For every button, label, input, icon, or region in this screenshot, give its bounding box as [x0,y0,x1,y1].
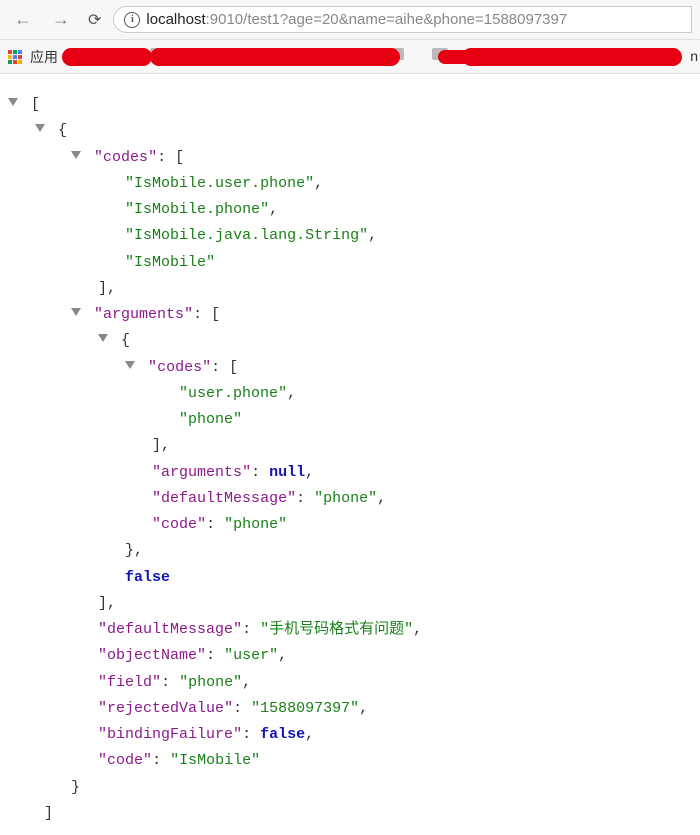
bookmarks-bar: 应用 Cloud n [0,40,700,74]
collapse-toggle-icon[interactable] [35,124,45,132]
collapse-toggle-icon[interactable] [125,361,135,369]
apps-icon[interactable] [8,50,22,64]
json-viewer: [ { "codes": [ "IsMobile.user.phone", "I… [0,74,700,835]
browser-toolbar: ← → ⟳ i localhost:9010/test1?age=20&name… [0,0,700,40]
url-host: localhost [146,11,205,28]
forward-button[interactable]: → [46,7,76,32]
collapse-toggle-icon[interactable] [71,151,81,159]
url-path: :9010/test1?age=20&name=aihe&phone=15880… [206,11,568,28]
info-icon[interactable]: i [124,12,140,28]
collapse-toggle-icon[interactable] [71,308,81,316]
back-button[interactable]: ← [8,7,38,32]
collapse-toggle-icon[interactable] [98,334,108,342]
bookmark-trailing: n [690,48,698,64]
redaction-mark [462,48,682,66]
redaction-mark [150,48,400,66]
apps-label[interactable]: 应用 [30,47,58,67]
redaction-mark [62,48,152,66]
collapse-toggle-icon[interactable] [8,98,18,106]
reload-button[interactable]: ⟳ [84,8,105,32]
url-bar[interactable]: i localhost:9010/test1?age=20&name=aihe&… [113,6,692,33]
